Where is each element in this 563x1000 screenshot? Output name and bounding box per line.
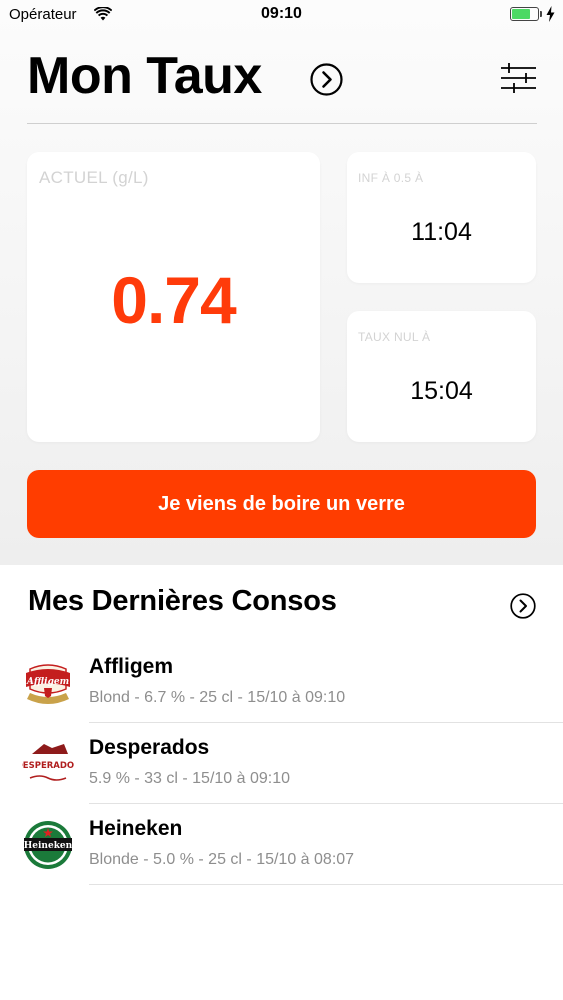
- below-limit-time: 11:04: [411, 218, 472, 246]
- current-level-label: ACTUEL (g/L): [39, 168, 149, 187]
- chevron-right-circle-icon[interactable]: [510, 593, 536, 619]
- zero-level-time: 15:04: [410, 377, 473, 405]
- list-item[interactable]: DESPERADOS Desperados 5.9 % - 33 cl - 15…: [0, 723, 563, 804]
- list-item[interactable]: Affligem Affligem Blond - 6.7 % - 25 cl …: [0, 642, 563, 723]
- row-divider: [89, 884, 563, 885]
- below-limit-label: INF À 0.5 À: [358, 171, 424, 185]
- battery-level: [512, 9, 531, 19]
- svg-text:DESPERADOS: DESPERADOS: [22, 761, 74, 771]
- status-bar: Opérateur 09:10: [0, 0, 563, 30]
- below-limit-card: INF À 0.5 À 11:04: [347, 152, 536, 283]
- zero-level-card: TAUX NUL À 15:04: [347, 311, 536, 442]
- current-level-value: 0.74: [111, 263, 236, 337]
- drink-name: Heineken: [89, 817, 183, 840]
- battery-tip: [540, 11, 542, 17]
- drink-details: Blond - 6.7 % - 25 cl - 15/10 à 09:10: [89, 689, 346, 706]
- drink-details: 5.9 % - 33 cl - 15/10 à 09:10: [89, 770, 291, 787]
- svg-text:Heineken: Heineken: [24, 841, 73, 851]
- desperados-logo: DESPERADOS: [22, 744, 74, 781]
- drink-details: Blonde - 5.0 % - 25 cl - 15/10 à 08:07: [89, 851, 355, 868]
- sliders-icon[interactable]: [500, 60, 537, 96]
- svg-text:Affligem: Affligem: [26, 677, 69, 687]
- zero-level-label: TAUX NUL À: [358, 330, 431, 344]
- list-item[interactable]: Heineken Heineken Blonde - 5.0 % - 25 cl…: [0, 804, 563, 885]
- header-divider: [27, 123, 537, 124]
- current-level-card: ACTUEL (g/L) 0.74: [27, 152, 320, 442]
- status-time: 09:10: [261, 5, 302, 22]
- drink-name: Affligem: [89, 655, 173, 678]
- recent-drinks-title: Mes Dernières Consos: [28, 585, 337, 617]
- chevron-right-circle-icon[interactable]: [310, 63, 343, 96]
- page-title: Mon Taux: [27, 47, 262, 105]
- heineken-logo: Heineken: [24, 821, 73, 869]
- add-drink-button[interactable]: Je viens de boire un verre: [27, 470, 536, 538]
- affligem-logo: Affligem: [26, 664, 70, 704]
- drink-name: Desperados: [89, 736, 210, 759]
- battery-icon: [510, 7, 539, 21]
- charging-bolt-icon: [546, 6, 555, 22]
